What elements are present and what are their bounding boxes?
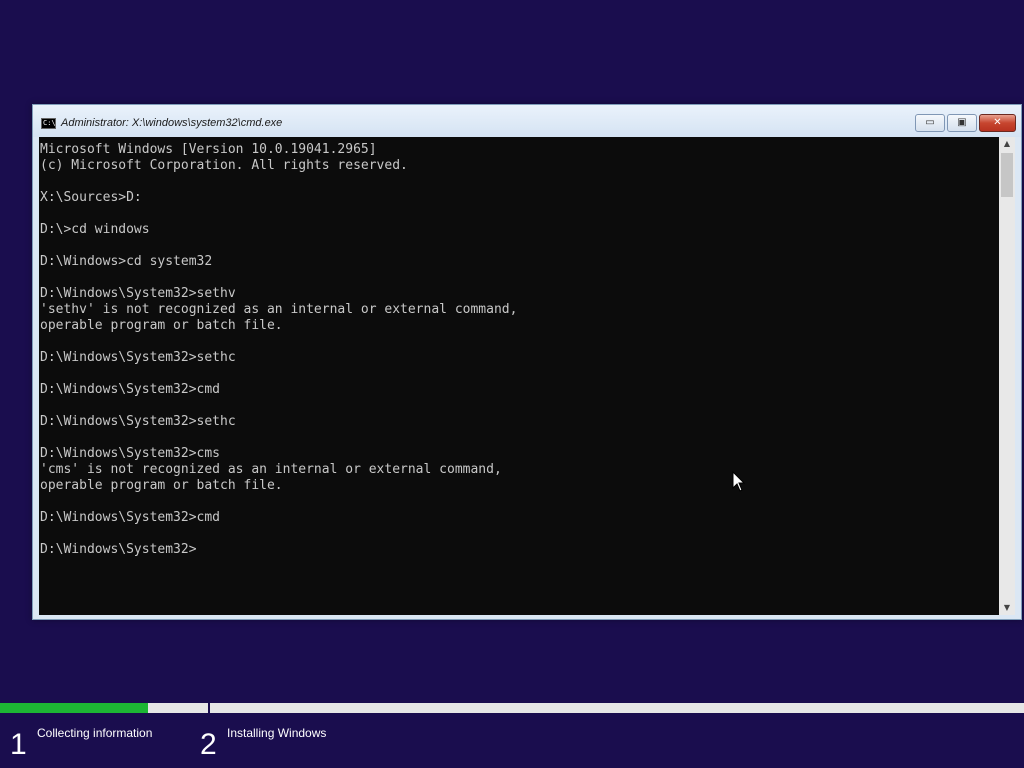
scroll-thumb[interactable]: [1001, 153, 1013, 197]
step-label: Installing Windows: [227, 726, 327, 740]
console-area[interactable]: Microsoft Windows [Version 10.0.19041.29…: [39, 137, 999, 615]
scroll-down-arrow-icon[interactable]: ▼: [999, 601, 1015, 615]
mouse-pointer-icon: [732, 471, 746, 492]
cmd-app-icon[interactable]: C:\: [41, 118, 56, 129]
window-title: Administrator: X:\windows\system32\cmd.e…: [61, 117, 283, 129]
step-label: Collecting information: [37, 726, 153, 740]
minimize-button[interactable]: ▭: [915, 114, 945, 132]
title-bar[interactable]: C:\ Administrator: X:\windows\system32\c…: [33, 105, 1021, 137]
step-number: 2: [200, 728, 217, 761]
step-number: 1: [10, 728, 27, 761]
cmd-window[interactable]: C:\ Administrator: X:\windows\system32\c…: [32, 104, 1022, 620]
scroll-up-arrow-icon[interactable]: ▲: [999, 137, 1015, 151]
progress-fill: [0, 703, 148, 713]
console-output: Microsoft Windows [Version 10.0.19041.29…: [40, 142, 518, 557]
progress-segment-collecting: [0, 703, 208, 713]
maximize-button[interactable]: ▣: [947, 114, 977, 132]
setup-progress-bar: [0, 703, 1024, 713]
close-button[interactable]: ✕: [979, 114, 1016, 132]
progress-divider: [208, 703, 210, 713]
vertical-scrollbar[interactable]: ▲ ▼: [999, 137, 1015, 615]
